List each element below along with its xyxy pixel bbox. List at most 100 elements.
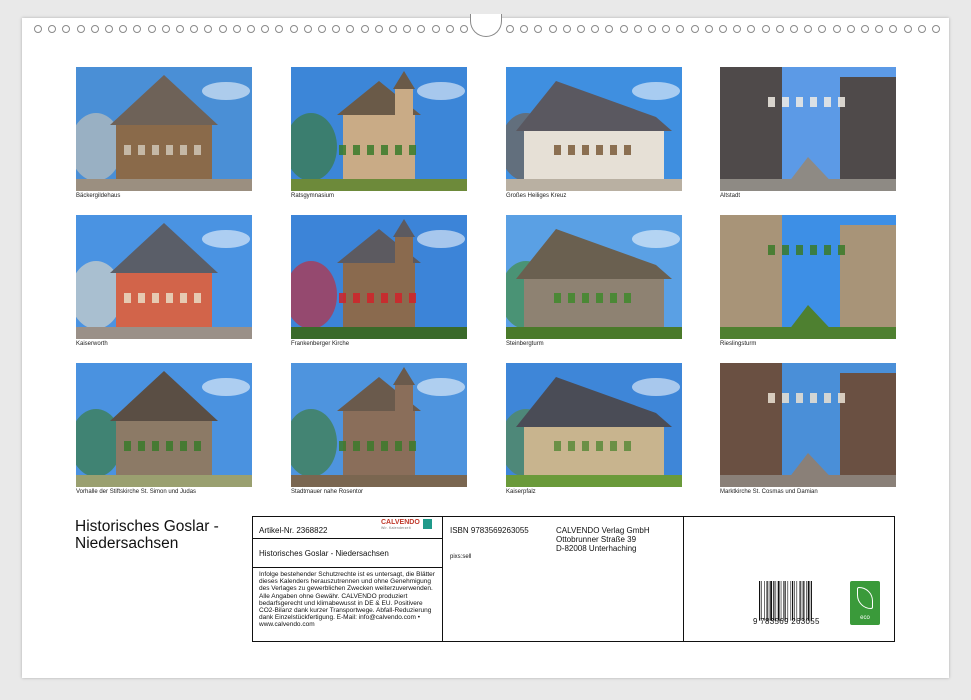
binding-ring	[204, 25, 213, 33]
binding-ring	[704, 25, 713, 33]
binding-ring	[34, 25, 42, 33]
binding-ring	[119, 25, 128, 33]
binding-ring	[917, 25, 926, 33]
info-divider	[253, 567, 442, 568]
binding-ring	[619, 25, 628, 33]
photo-caption: Rieslingsturm	[720, 341, 757, 347]
binding-ring	[662, 25, 671, 33]
binding-ring	[332, 25, 341, 33]
photo-caption: Kaiserworth	[76, 341, 108, 347]
binding-ring	[633, 25, 642, 33]
binding-ring	[275, 25, 284, 33]
binding-ring	[548, 25, 557, 33]
binding-ring	[247, 25, 255, 33]
binding-ring	[289, 25, 298, 33]
photo-caption: Ratsgymnasium	[291, 193, 335, 199]
binding-ring	[161, 25, 170, 33]
photo	[506, 363, 682, 487]
binding-ring	[775, 25, 784, 33]
binding-ring	[903, 25, 912, 33]
info-box: Artikel-Nr. 2368822 CALVENDO Wir. Kalend…	[252, 516, 895, 642]
barcode-number: 9 783569 263055	[753, 617, 820, 626]
article-number: Artikel-Nr. 2368822	[259, 526, 328, 535]
photo-caption: Altstadt	[720, 193, 741, 199]
binding-ring	[374, 25, 383, 33]
binding-ring	[932, 25, 940, 33]
isbn: ISBN 9783569263055	[450, 526, 529, 535]
binding-ring	[520, 25, 529, 33]
binding-ring	[360, 25, 369, 33]
binding-ring	[90, 25, 99, 33]
photo-caption: Großes Heiliges Kreuz	[506, 193, 567, 199]
info-divider	[442, 517, 443, 641]
binding-ring	[690, 25, 699, 33]
binding-ring	[389, 25, 397, 33]
photo-caption: Marktkirche St. Cosmas und Damian	[720, 489, 818, 495]
binding-ring	[431, 25, 440, 33]
leaf-icon	[857, 587, 873, 609]
binding-ring	[577, 25, 585, 33]
binding-ring	[761, 25, 770, 33]
calvendo-logo: CALVENDO Wir. Kalenderzeit	[381, 519, 432, 530]
legal-text: Infolge bestehender Schutzrechte ist es …	[259, 571, 435, 629]
binding-ring	[875, 25, 884, 33]
photo	[291, 215, 467, 339]
binding-ring	[832, 25, 841, 33]
binding-ring	[147, 25, 156, 33]
binding-ring	[303, 25, 312, 33]
publisher-line-1: CALVENDO Verlag GmbH	[556, 526, 650, 535]
binding-ring	[889, 25, 898, 33]
binding-ring	[591, 25, 600, 33]
binding-ring	[417, 25, 426, 33]
photo	[291, 363, 467, 487]
info-divider	[253, 538, 442, 539]
binding-ring	[62, 25, 71, 33]
binding-ring	[346, 25, 355, 33]
photo-caption: Vorhalle der Stiftskirche St. Simon und …	[76, 489, 197, 495]
photo-caption: Frankenberger Kirche	[291, 341, 350, 347]
publisher-line-2: Ottobrunner Straße 39	[556, 535, 637, 544]
binding-ring	[605, 25, 614, 33]
photo	[506, 67, 682, 191]
publisher-line-3: D-82008 Unterhaching	[556, 544, 637, 553]
binding-ring	[747, 25, 756, 33]
binding-ring	[648, 25, 656, 33]
eco-badge: eco	[850, 581, 880, 625]
binding-ring	[48, 25, 57, 33]
binding-ring	[218, 25, 227, 33]
binding-ring	[318, 25, 326, 33]
binding-ring	[133, 25, 142, 33]
binding-ring	[861, 25, 869, 33]
photo	[76, 215, 252, 339]
photo	[506, 215, 682, 339]
product-title: Historisches Goslar - Niedersachsen	[259, 549, 389, 558]
photo	[720, 215, 896, 339]
binding-ring	[76, 25, 85, 33]
binding-ring	[719, 25, 727, 33]
author: pixs:sell	[450, 554, 472, 560]
binding-ring	[562, 25, 571, 33]
photo	[76, 363, 252, 487]
binding-ring	[818, 25, 827, 33]
calvendo-mark-icon	[423, 519, 432, 529]
binding-ring	[403, 25, 412, 33]
binding-ring	[232, 25, 241, 33]
photo	[291, 67, 467, 191]
binding-ring	[506, 25, 514, 33]
photo	[720, 67, 896, 191]
photo-caption: Kaiserpfalz	[506, 489, 536, 495]
calendar-title: Historisches Goslar - Niedersachsen	[75, 518, 219, 552]
photo-caption: Steinbergturm	[506, 341, 544, 347]
binding-ring	[105, 25, 113, 33]
photo-caption: Stadtmauer nahe Rosentor	[291, 489, 364, 495]
binding-ring	[846, 25, 855, 33]
binding-ring	[790, 25, 798, 33]
binding-ring	[676, 25, 685, 33]
binding-ring	[261, 25, 270, 33]
binding-ring	[460, 25, 468, 33]
binding-ring	[176, 25, 184, 33]
binding-ring	[804, 25, 813, 33]
photo-caption: Bäckergildehaus	[76, 193, 121, 199]
binding-ring	[445, 25, 454, 33]
info-divider	[683, 517, 684, 641]
